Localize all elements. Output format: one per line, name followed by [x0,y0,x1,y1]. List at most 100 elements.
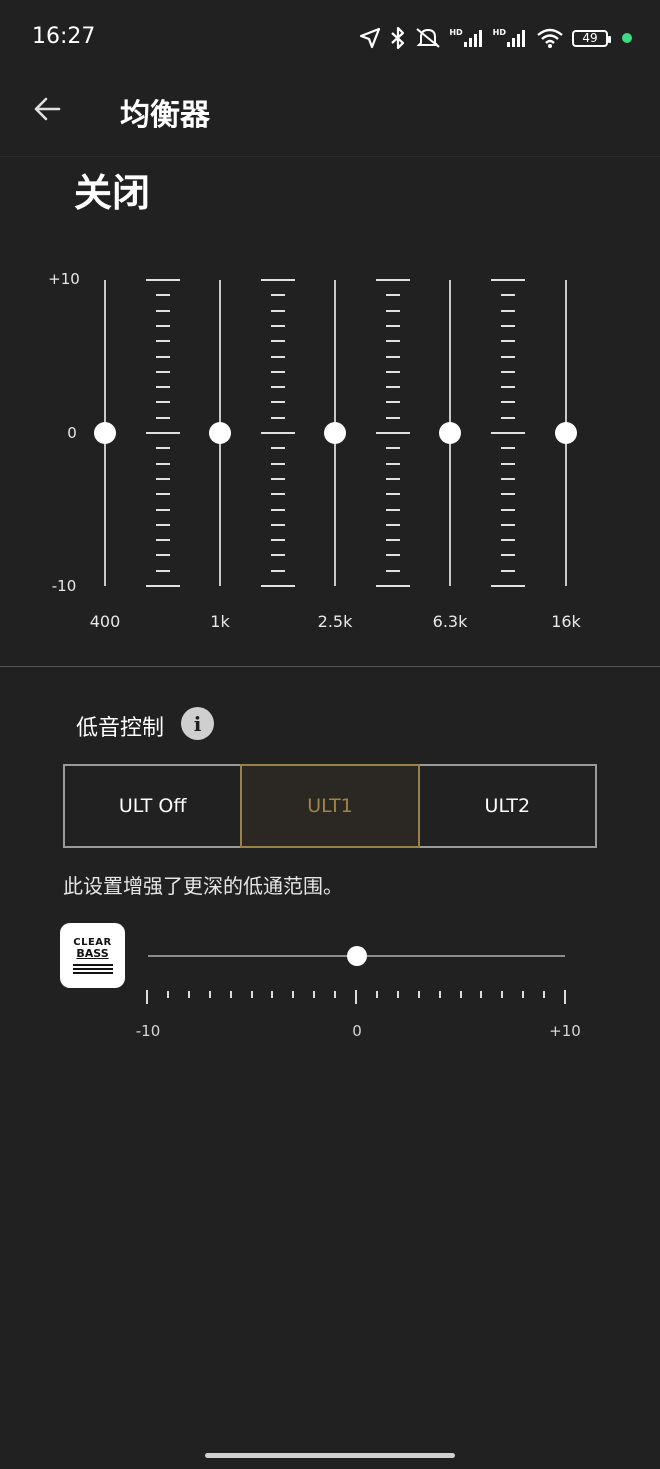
clear-bass-tick [375,991,378,998]
signal-icon [463,30,482,47]
eq-scale-tick [386,447,400,450]
status-icons: HD HD 49 [359,26,632,50]
eq-scale-tick [156,386,170,389]
eq-band-knob[interactable] [439,422,461,444]
eq-scale-tick [146,279,180,281]
eq-scale-tick [386,416,400,419]
eq-scale-tick [156,355,170,358]
clear-bass-max-label: +10 [549,1022,581,1040]
eq-scale-bottom: -10 [51,577,77,595]
eq-scale-tick [376,432,410,434]
eq-scale-tick [156,569,170,572]
bluetooth-icon [391,26,405,50]
clear-bass-logo-bars [72,962,113,974]
eq-scale-tick [156,416,170,419]
hd-badge-2: HD [492,27,506,37]
eq-band-knob[interactable] [324,422,346,444]
eq-scale-tick [156,324,170,327]
eq-scale-tick [146,432,180,434]
eq-scale-tick [271,416,285,419]
ult1-button[interactable]: ULT1 [240,764,420,848]
eq-scale-tick [501,539,515,542]
header-divider [0,156,660,157]
eq-scale-tick [271,462,285,465]
clear-bass-tick [146,990,148,1004]
ult2-button[interactable]: ULT2 [417,764,597,848]
clear-bass-tick [208,991,211,998]
eq-scale-tick [501,340,515,343]
bass-control-title: 低音控制 [76,716,165,741]
clear-bass-tick [250,991,253,998]
clear-bass-tick [417,991,420,998]
eq-scale-tick [501,386,515,389]
eq-band-freq-label: 16k [551,612,581,631]
eq-scale-mid: 0 [67,424,77,442]
eq-scale-tick [501,447,515,450]
eq-band-knob[interactable] [555,422,577,444]
eq-scale-tick [386,355,400,358]
eq-scale-tick [501,370,515,373]
eq-scale-tick [271,386,285,389]
eq-scale-tick [386,493,400,496]
eq-scale-tick [271,340,285,343]
eq-scale-tick [156,508,170,511]
signal-icon [507,30,525,47]
eq-scale-tick [156,493,170,496]
clear-bass-tick [355,990,357,1004]
bass-description: 此设置增强了更深的低通范围。 [63,874,343,898]
hd-badge-1: HD [449,27,463,37]
clear-bass-tick [229,991,232,998]
clear-bass-tick [438,991,441,998]
back-arrow-icon[interactable] [32,94,62,124]
eq-scale-tick [156,554,170,557]
eq-scale-tick [501,324,515,327]
home-indicator[interactable] [205,1453,455,1458]
eq-band-knob[interactable] [94,422,116,444]
eq-scale-tick [271,569,285,572]
clear-bass-logo-line2: BASS [76,947,109,960]
eq-scale-tick [271,477,285,480]
status-time: 16:27 [32,24,96,49]
eq-scale-tick [261,432,295,434]
clear-bass-tick [480,991,483,998]
eq-scale-tick [146,585,180,587]
ult-off-button[interactable]: ULT Off [63,764,243,848]
mute-icon [416,28,440,48]
wifi-icon [537,28,563,48]
clear-bass-tick [459,991,462,998]
eq-scale-tick [386,554,400,557]
eq-scale-tick [156,477,170,480]
eq-band-freq-label: 1k [210,612,230,631]
eq-scale-tick [386,324,400,327]
clear-bass-tick [292,991,295,998]
eq-scale-tick [501,401,515,404]
clear-bass-slider-knob[interactable] [346,946,367,966]
clear-bass-mid-label: 0 [352,1022,362,1040]
eq-scale-top: +10 [48,270,80,288]
preset-label[interactable]: 关闭 [74,162,150,217]
eq-scale-tick [271,447,285,450]
eq-scale-tick [386,569,400,572]
eq-scale-tick [386,340,400,343]
info-icon[interactable]: i [181,707,214,740]
eq-scale-tick [386,294,400,297]
eq-scale-tick [501,493,515,496]
eq-scale-tick [386,523,400,526]
eq-scale-tick [156,462,170,465]
eq-scale-tick [491,432,525,434]
clear-bass-tick [543,991,546,998]
eq-scale-tick [386,401,400,404]
eq-scale-tick [376,585,410,587]
eq-band-knob[interactable] [209,422,231,444]
battery-icon: 49 [572,29,611,47]
page-title: 均衡器 [120,98,210,133]
eq-scale-tick [271,309,285,312]
eq-scale-tick [271,523,285,526]
section-divider [0,666,660,667]
eq-scale-tick [271,539,285,542]
eq-band-freq-label: 6.3k [432,612,468,631]
eq-scale-tick [386,477,400,480]
ult-mode-selector: ULT Off ULT1 ULT2 [63,764,597,848]
eq-scale-tick [501,294,515,297]
eq-scale-tick [156,539,170,542]
